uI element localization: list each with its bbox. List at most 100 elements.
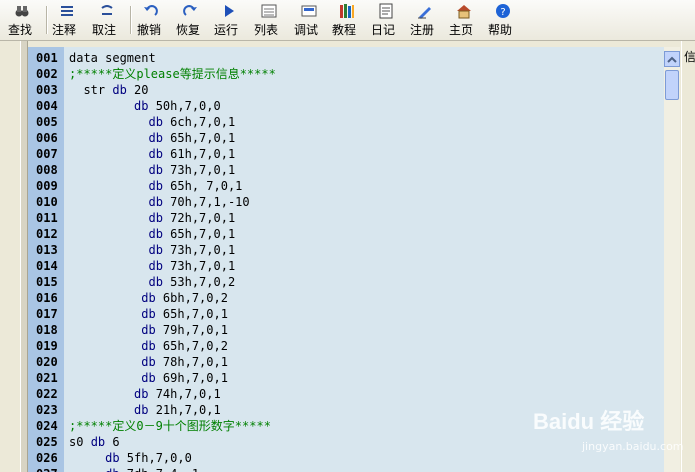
code-text: db 65h,7,0,1 bbox=[69, 130, 235, 146]
code-line[interactable]: 006 db 65h,7,0,1 bbox=[28, 130, 664, 146]
code-line[interactable]: 010 db 70h,7,1,-10 bbox=[28, 194, 664, 210]
code-prefix bbox=[69, 387, 134, 401]
code-body: 50h,7,0,0 bbox=[148, 99, 221, 113]
code-line[interactable]: 019 db 65h,7,0,2 bbox=[28, 338, 664, 354]
line-number: 012 bbox=[36, 227, 58, 241]
code-prefix bbox=[69, 227, 148, 241]
vertical-scrollbar[interactable] bbox=[664, 47, 680, 472]
line-number: 022 bbox=[36, 387, 58, 401]
comment-button[interactable]: 注释 bbox=[52, 0, 82, 40]
code-body: 78h,7,0,1 bbox=[155, 355, 228, 369]
uncomment-icon bbox=[99, 3, 115, 19]
help-icon: ? bbox=[495, 3, 511, 19]
code-line[interactable]: 027 db 7dh,7,4,-1 bbox=[28, 466, 664, 472]
code-keyword: db bbox=[141, 291, 156, 305]
code-line[interactable]: 020 db 78h,7,0,1 bbox=[28, 354, 664, 370]
redo-button[interactable]: 恢复 bbox=[176, 0, 204, 40]
diary-button[interactable]: 日记 bbox=[371, 0, 401, 40]
pen-icon bbox=[417, 3, 433, 19]
code-body: 65h, 7,0,1 bbox=[162, 179, 243, 193]
code-line[interactable]: 025 s0 db 6 bbox=[28, 434, 664, 450]
line-number: 024 bbox=[36, 419, 58, 433]
code-line[interactable]: 018 db 79h,7,0,1 bbox=[28, 322, 664, 338]
code-prefix bbox=[69, 467, 105, 472]
code-line[interactable]: 009 db 65h, 7,0,1 bbox=[28, 178, 664, 194]
code-text: db 61h,7,0,1 bbox=[69, 146, 235, 162]
code-keyword: db bbox=[141, 339, 156, 353]
code-line[interactable]: 017 db 65h,7,0,1 bbox=[28, 306, 664, 322]
code-prefix bbox=[69, 195, 148, 209]
uncomment-button[interactable]: 取注 bbox=[92, 0, 122, 40]
code-body: 69h,7,0,1 bbox=[155, 371, 228, 385]
code-prefix bbox=[69, 99, 134, 113]
code-keyword: db bbox=[141, 355, 156, 369]
code-line[interactable]: 022 db 74h,7,0,1 bbox=[28, 386, 664, 402]
code-keyword: db bbox=[148, 179, 163, 193]
line-number: 010 bbox=[36, 195, 58, 209]
tutorial-button[interactable]: 教程 bbox=[332, 0, 362, 40]
code-keyword: db bbox=[134, 387, 149, 401]
line-number: 020 bbox=[36, 355, 58, 369]
code-line[interactable]: 013 db 73h,7,0,1 bbox=[28, 242, 664, 258]
code-body: 7dh,7,4,-1 bbox=[120, 467, 199, 472]
code-line[interactable]: 007 db 61h,7,0,1 bbox=[28, 146, 664, 162]
code-line[interactable]: 014 db 73h,7,0,1 bbox=[28, 258, 664, 274]
code-prefix bbox=[69, 179, 148, 193]
toolbar: 查找 注释 取注 撤销 恢复 运行 列表 调试 教程 日记 注册 主页 ? 帮助 bbox=[0, 0, 695, 41]
list-icon bbox=[261, 3, 277, 19]
code-body: 6ch,7,0,1 bbox=[162, 115, 236, 129]
code-line[interactable]: 026 db 5fh,7,0,0 bbox=[28, 450, 664, 466]
home-button[interactable]: 主页 bbox=[449, 0, 479, 40]
code-body: data segment bbox=[69, 51, 156, 65]
line-number: 011 bbox=[36, 211, 58, 225]
code-keyword: db bbox=[105, 467, 119, 472]
register-button[interactable]: 注册 bbox=[410, 0, 440, 40]
code-line[interactable]: 005 db 6ch,7,0,1 bbox=[28, 114, 664, 130]
uncomment-label: 取注 bbox=[92, 23, 117, 37]
code-line[interactable]: 011 db 72h,7,0,1 bbox=[28, 210, 664, 226]
code-keyword: db bbox=[148, 211, 163, 225]
list-button[interactable]: 列表 bbox=[254, 0, 284, 40]
code-prefix bbox=[69, 355, 141, 369]
redo-icon bbox=[182, 3, 198, 19]
scroll-thumb[interactable] bbox=[665, 70, 679, 100]
undo-button[interactable]: 撤销 bbox=[137, 0, 165, 40]
code-line[interactable]: 016 db 6bh,7,0,2 bbox=[28, 290, 664, 306]
code-body: 65h,7,0,1 bbox=[155, 307, 228, 321]
run-button[interactable]: 运行 bbox=[214, 0, 244, 40]
code-body: ;*****定义0－9十个图形数字***** bbox=[69, 419, 271, 433]
code-prefix bbox=[69, 307, 141, 321]
splitter[interactable] bbox=[20, 41, 28, 472]
code-keyword: db bbox=[141, 371, 156, 385]
code-line[interactable]: 021 db 69h,7,0,1 bbox=[28, 370, 664, 386]
code-text: db 73h,7,0,1 bbox=[69, 242, 235, 258]
code-line[interactable]: 001 data segment bbox=[28, 50, 664, 66]
scroll-up-button[interactable] bbox=[664, 51, 680, 67]
code-line[interactable]: 012 db 65h,7,0,1 bbox=[28, 226, 664, 242]
code-keyword: db bbox=[141, 323, 156, 337]
code-keyword: db bbox=[148, 195, 163, 209]
toolbar-separator bbox=[130, 6, 132, 34]
code-prefix bbox=[69, 163, 148, 177]
code-body: 73h,7,0,1 bbox=[162, 259, 236, 273]
code-keyword: db bbox=[148, 227, 163, 241]
line-number: 017 bbox=[36, 307, 58, 321]
code-keyword: db bbox=[148, 115, 163, 129]
debug-icon bbox=[301, 3, 317, 19]
code-line[interactable]: 015 db 53h,7,0,2 bbox=[28, 274, 664, 290]
find-button[interactable]: 查找 bbox=[8, 0, 36, 40]
code-line[interactable]: 003 str db 20 bbox=[28, 82, 664, 98]
code-prefix bbox=[69, 275, 148, 289]
code-line[interactable]: 004 db 50h,7,0,0 bbox=[28, 98, 664, 114]
help-button[interactable]: ? 帮助 bbox=[488, 0, 518, 40]
books-icon bbox=[339, 3, 355, 19]
code-text: ;*****定义please等提示信息***** bbox=[69, 66, 276, 82]
code-text: db 73h,7,0,1 bbox=[69, 162, 235, 178]
code-line[interactable]: 002 ;*****定义please等提示信息***** bbox=[28, 66, 664, 82]
code-body: 6 bbox=[105, 435, 120, 449]
debug-button[interactable]: 调试 bbox=[294, 0, 324, 40]
code-line[interactable]: 008 db 73h,7,0,1 bbox=[28, 162, 664, 178]
code-prefix: str bbox=[69, 83, 113, 97]
tutorial-label: 教程 bbox=[332, 23, 357, 37]
right-panel: 信 bbox=[681, 41, 695, 472]
